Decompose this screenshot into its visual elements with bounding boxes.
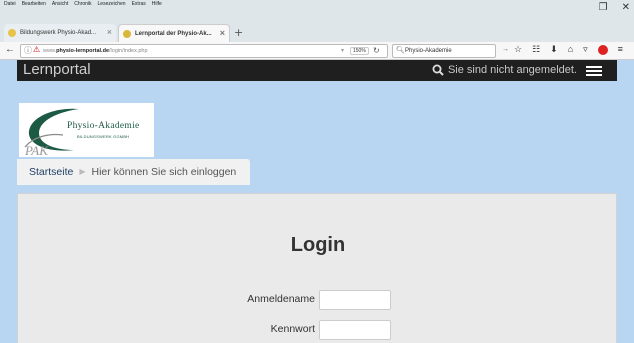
brand-title[interactable]: Lernportal: [23, 61, 91, 78]
menu-chronik[interactable]: Chronik: [74, 1, 91, 7]
url-dropdown-icon[interactable]: ▾: [341, 47, 344, 54]
back-arrow-icon[interactable]: ←: [5, 44, 15, 55]
download-icon[interactable]: ⬇: [550, 44, 558, 55]
adblock-icon[interactable]: [597, 45, 608, 55]
tab-favicon-icon: [8, 29, 16, 37]
physio-akademie-logo[interactable]: PAK Physio-Akademie BILDUNGSWERK GGMBH: [19, 103, 154, 157]
site-header: Lernportal Sie sind nicht angemeldet.: [17, 60, 617, 81]
tab-close-icon[interactable]: ×: [220, 28, 225, 38]
search-icon[interactable]: [432, 64, 444, 76]
breadcrumb-home-link[interactable]: Startseite: [29, 166, 73, 185]
breadcrumb-separator-icon: ▶: [79, 167, 86, 176]
svg-text:PAK: PAK: [24, 143, 49, 157]
username-label: Anmeldename: [247, 293, 315, 305]
tab-favicon-icon: [123, 30, 131, 38]
tab-lernportal[interactable]: Lernportal der Physio-Ak... ×: [118, 24, 230, 42]
search-go-icon[interactable]: →: [502, 46, 509, 53]
menu-lesezeichen[interactable]: Lesezeichen: [98, 1, 126, 7]
password-input[interactable]: [319, 320, 391, 340]
login-status: Sie sind nicht angemeldet.: [432, 64, 577, 76]
login-status-text: Sie sind nicht angemeldet.: [447, 64, 577, 76]
restore-window-icon[interactable]: ❐: [599, 2, 608, 13]
close-window-icon[interactable]: ✕: [622, 2, 630, 13]
hamburger-menu-icon[interactable]: ≡: [618, 44, 623, 55]
new-tab-icon[interactable]: +: [234, 26, 243, 39]
tab-bildungswerk[interactable]: Bildungswerk Physio-Akad... ×: [4, 24, 116, 42]
insecure-lock-icon[interactable]: ⚠: [33, 45, 40, 54]
logo-name: Physio-Akademie: [67, 121, 140, 131]
zoom-level[interactable]: 150%: [350, 47, 369, 55]
menu-bearbeiten[interactable]: Bearbeiten: [22, 1, 46, 7]
bookmark-star-icon[interactable]: ☆: [514, 44, 522, 55]
breadcrumb-current: Hier können Sie sich einloggen: [91, 166, 237, 178]
tab-label: Bildungswerk Physio-Akad...: [20, 30, 97, 36]
breadcrumb: Startseite ▶ Hier können Sie sich einlog…: [17, 159, 250, 185]
password-label: Kennwort: [270, 323, 315, 335]
tab-strip: Bildungswerk Physio-Akad... × Lernportal…: [0, 22, 634, 42]
tab-close-icon[interactable]: ×: [107, 27, 112, 37]
home-icon[interactable]: ⌂: [568, 44, 573, 55]
menu-ansicht[interactable]: Ansicht: [52, 1, 68, 7]
clipboard-icon[interactable]: ☷: [532, 44, 540, 55]
menu-hilfe[interactable]: Hilfe: [152, 1, 162, 7]
login-heading: Login: [290, 234, 346, 256]
logo-subtitle: BILDUNGSWERK GGMBH: [77, 134, 130, 139]
search-icon: 🔍︎: [396, 47, 405, 54]
menu-datei[interactable]: Datei: [4, 1, 16, 7]
address-bar[interactable]: ⓘ ⚠ www.physio-lernportal.de/login/index…: [20, 44, 388, 58]
site-menu-icon[interactable]: [583, 63, 605, 78]
pocket-icon[interactable]: ▿: [583, 44, 588, 55]
search-input[interactable]: Physio-Akademie: [405, 48, 452, 54]
info-icon[interactable]: ⓘ: [24, 45, 32, 56]
login-panel: Login Anmeldename Kennwort: [17, 193, 617, 343]
username-input[interactable]: [319, 290, 391, 310]
tab-label: Lernportal der Physio-Ak...: [135, 31, 212, 37]
reload-icon[interactable]: ↻: [373, 46, 380, 55]
menu-extras[interactable]: Extras: [132, 1, 146, 7]
browser-menubar: Datei Bearbeiten Ansicht Chronik Lesezei…: [0, 0, 634, 22]
browser-navbar: ← ⓘ ⚠ www.physio-lernportal.de/login/ind…: [0, 42, 634, 60]
url-text[interactable]: www.physio-lernportal.de/login/index.php: [43, 48, 148, 54]
search-bar[interactable]: 🔍︎ Physio-Akademie →: [392, 44, 509, 58]
